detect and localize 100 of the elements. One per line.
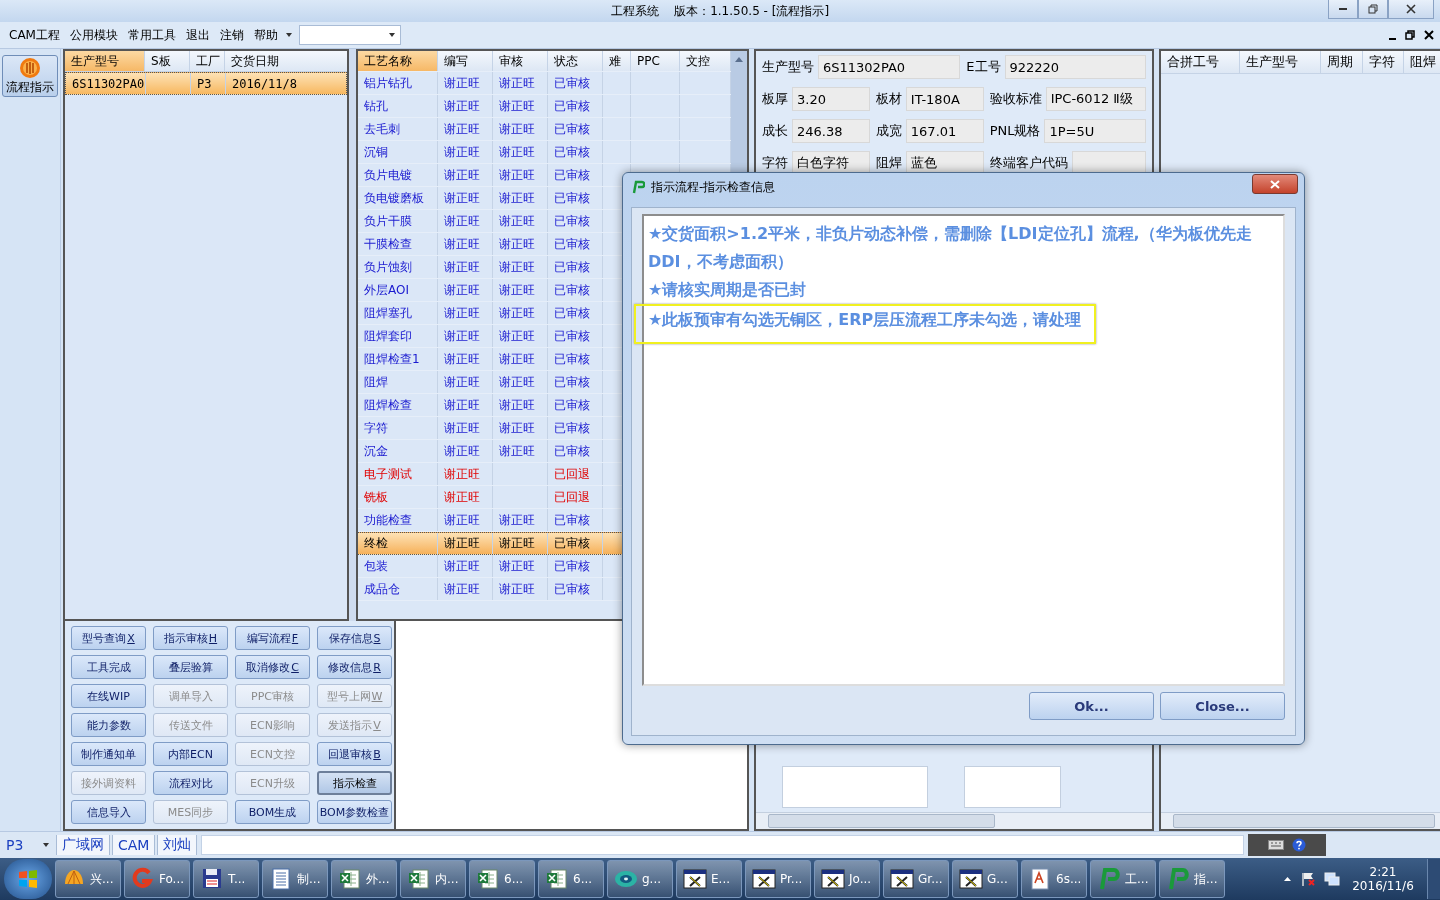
column-header[interactable]: 审核 <box>493 51 548 71</box>
language-bar[interactable] <box>1248 834 1326 856</box>
column-header[interactable]: 交货日期 <box>225 51 343 71</box>
show-desktop-button[interactable] <box>1427 859 1440 899</box>
action-button[interactable]: 内部ECN <box>153 742 228 766</box>
start-button[interactable] <box>4 859 52 899</box>
table-cell: 已审核 <box>554 350 590 368</box>
document-icon <box>1028 867 1052 891</box>
text-field[interactable]: 白色字符 <box>792 151 870 175</box>
table-cell: 谢正旺 <box>499 143 535 161</box>
scroll-thumb[interactable] <box>1173 814 1435 828</box>
action-button[interactable]: 指示审核H <box>153 626 228 650</box>
action-button[interactable]: 取消修改 C <box>235 655 310 679</box>
text-field[interactable]: IT-180A <box>905 87 984 111</box>
table-row[interactable]: 6S11302PA0 P3 2016/11/8 <box>65 72 347 95</box>
column-header[interactable]: 字符 <box>1363 51 1404 73</box>
action-button[interactable]: 回退审核B <box>317 742 392 766</box>
splitter-handle[interactable] <box>349 49 356 621</box>
action-button[interactable]: 工具完成 <box>71 655 146 679</box>
action-button[interactable]: 制作通知单 <box>71 742 146 766</box>
caret-icon[interactable] <box>284 32 293 38</box>
close-button[interactable] <box>1388 0 1434 19</box>
show-hidden-icons-button[interactable] <box>1283 876 1292 882</box>
action-button[interactable]: 在线WIP <box>71 684 146 708</box>
column-header[interactable]: 周期 <box>1321 51 1363 73</box>
menu-item[interactable]: 退出 <box>180 26 215 44</box>
column-header[interactable]: 状态 <box>548 51 603 71</box>
column-header[interactable]: 合拼工号 <box>1161 51 1240 73</box>
text-field[interactable]: 167.01 <box>905 119 984 143</box>
network-icon[interactable] <box>1324 871 1340 887</box>
taskbar-button[interactable]: g... <box>607 860 673 898</box>
dropdown-field[interactable] <box>298 25 401 45</box>
table-cell: 已审核 <box>554 327 590 345</box>
taskbar-button[interactable]: 外... <box>331 860 397 898</box>
column-header[interactable]: 生产型号 <box>1240 51 1321 73</box>
text-field[interactable]: IPC-6012 Ⅱ级 <box>1045 87 1146 111</box>
action-button[interactable]: 信息导入 <box>71 800 146 824</box>
action-button[interactable]: BOM生成 <box>235 800 310 824</box>
menu-item[interactable]: CAM工程 <box>4 26 65 44</box>
action-button[interactable]: 流程对比 <box>153 771 228 795</box>
column-header[interactable]: 难 <box>603 51 631 71</box>
table-cell: 终检 <box>364 535 388 552</box>
text-field[interactable]: 1P=5U <box>1044 119 1146 143</box>
table-cell: 谢正旺 <box>499 511 535 529</box>
factory-dropdown[interactable]: P3 <box>0 835 54 855</box>
action-button[interactable]: 能力参数 <box>71 713 146 737</box>
text-field[interactable] <box>1071 151 1146 175</box>
menu-item[interactable]: 常用工具 <box>122 26 181 44</box>
action-button[interactable]: 修改信息R <box>317 655 392 679</box>
action-button[interactable]: 型号查询 X <box>71 626 146 650</box>
table-cell: 阻焊 <box>364 373 388 391</box>
toolbar-button[interactable]: 流程指示 <box>2 55 58 97</box>
column-header[interactable]: S板 <box>145 51 190 71</box>
taskbar-button[interactable]: T... <box>193 860 259 898</box>
taskbar-button[interactable]: 6... <box>538 860 604 898</box>
dialog-button[interactable]: Close... <box>1160 692 1285 720</box>
taskbar-button[interactable]: Gr... <box>883 860 949 898</box>
taskbar-button[interactable]: Fo... <box>124 860 190 898</box>
taskbar-button[interactable]: Pr... <box>745 860 811 898</box>
taskbar-button[interactable]: 指... <box>1159 860 1225 898</box>
taskbar-button[interactable]: 内... <box>400 860 466 898</box>
text-field[interactable]: 246.38 <box>792 119 870 143</box>
taskbar-button[interactable]: Jo... <box>814 860 880 898</box>
column-header[interactable]: 生产型号 <box>65 51 145 71</box>
dialog-button[interactable]: Ok... <box>1029 692 1154 720</box>
text-field[interactable]: 蓝色 <box>905 151 984 175</box>
menu-item[interactable]: 帮助 <box>248 26 283 44</box>
taskbar-button[interactable]: 6... <box>469 860 535 898</box>
minimize-button[interactable] <box>1328 0 1358 19</box>
taskbar-button[interactable]: 6s... <box>1021 860 1087 898</box>
action-button[interactable]: 编写流程F <box>235 626 310 650</box>
close-button[interactable] <box>1252 174 1298 194</box>
column-header[interactable]: 阻焊 <box>1404 51 1440 73</box>
action-button[interactable]: BOM参数检查 <box>317 800 392 824</box>
taskbar-button[interactable]: 制... <box>262 860 328 898</box>
action-button[interactable]: 指示检查 <box>317 771 392 795</box>
action-button[interactable]: 叠层验算 <box>153 655 228 679</box>
text-field[interactable]: 3.20 <box>792 87 870 111</box>
table-cell: 谢正旺 <box>499 212 535 230</box>
flag-icon[interactable] <box>1300 871 1316 887</box>
clock[interactable]: 2:21 2016/11/6 <box>1348 865 1418 893</box>
text-field[interactable]: 922220 <box>1004 55 1146 79</box>
restore-icon[interactable] <box>1405 30 1415 40</box>
menu-item[interactable]: 公用模块 <box>64 26 123 44</box>
close-icon[interactable] <box>1424 30 1434 40</box>
table-cell: 已审核 <box>554 557 590 575</box>
text-field[interactable]: 6S11302PA0 <box>818 55 961 79</box>
menu-item[interactable]: 注销 <box>214 26 249 44</box>
taskbar-button[interactable]: 工... <box>1090 860 1156 898</box>
scroll-thumb[interactable] <box>768 814 995 828</box>
horizontal-scrollbar[interactable] <box>756 812 1152 829</box>
column-header[interactable]: 编写 <box>438 51 493 71</box>
column-header[interactable]: 工艺名称 <box>358 51 438 71</box>
horizontal-scrollbar[interactable] <box>1161 812 1440 829</box>
action-button[interactable]: 保存信息S <box>317 626 392 650</box>
column-header[interactable]: 工厂 <box>190 51 225 71</box>
taskbar-button[interactable]: G... <box>952 860 1018 898</box>
taskbar-button[interactable]: 兴... <box>55 860 121 898</box>
taskbar-button[interactable]: E... <box>676 860 742 898</box>
column-header[interactable]: PPC <box>631 51 680 71</box>
